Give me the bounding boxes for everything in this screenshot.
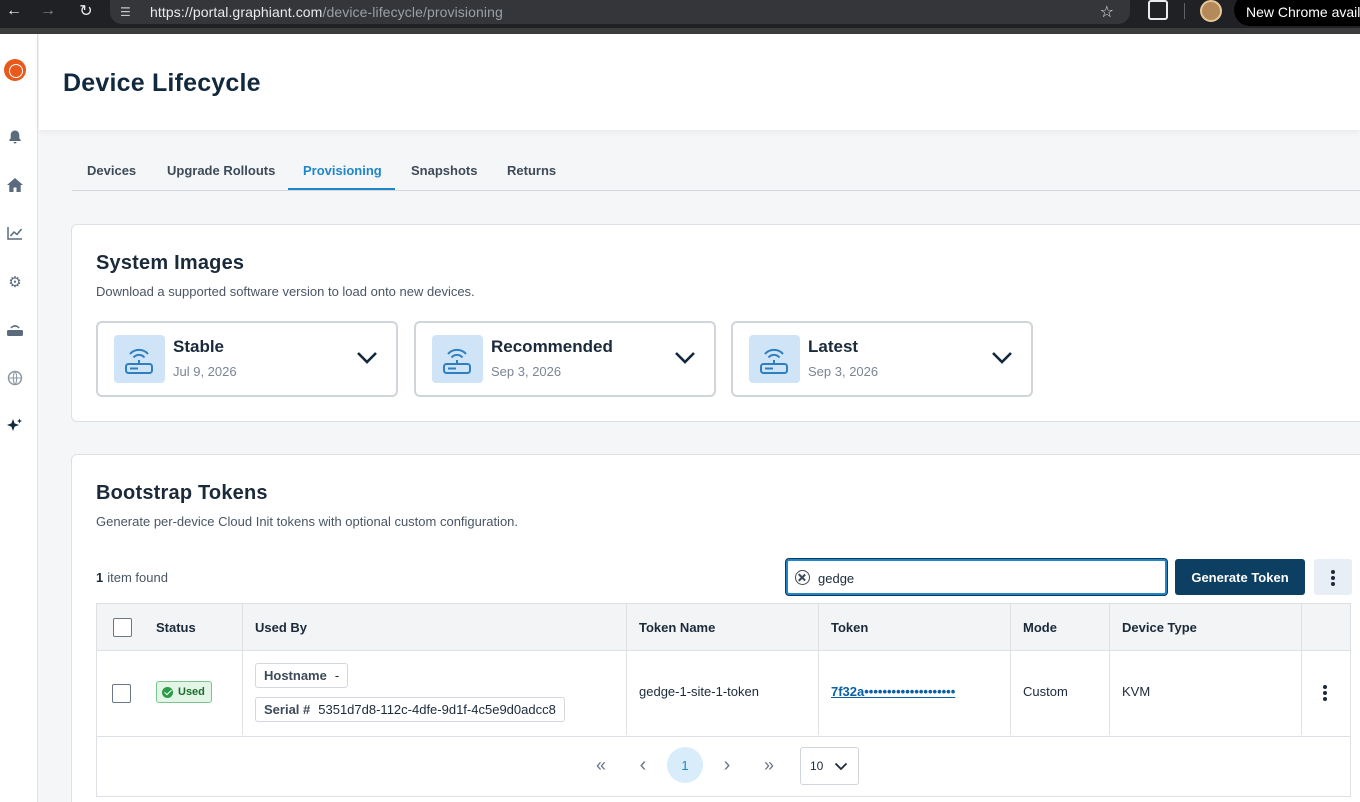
browser-chrome: ← → ↻ ☰ https://portal.graphiant.com/dev… — [0, 0, 1360, 34]
tab-snapshots[interactable]: Snapshots — [411, 163, 477, 178]
prev-page-button[interactable]: ‹ — [625, 747, 661, 783]
serial-chip: Serial # 5351d7d8-112c-4dfe-9d1f-4c5e9d0… — [255, 697, 565, 722]
next-page-button[interactable]: › — [709, 747, 745, 783]
analytics-icon[interactable] — [6, 224, 24, 242]
chevron-down-icon[interactable] — [991, 351, 1013, 365]
device-icon[interactable] — [6, 321, 24, 339]
extensions-icon[interactable] — [1148, 0, 1168, 20]
system-images-subtitle: Download a supported software version to… — [96, 284, 475, 299]
image-date: Sep 3, 2026 — [491, 364, 562, 379]
router-icon — [432, 335, 483, 383]
col-device-type[interactable]: Device Type — [1122, 620, 1197, 635]
hostname-chip: Hostname - — [255, 663, 349, 688]
first-page-button[interactable]: « — [583, 747, 619, 783]
chevron-down-icon[interactable] — [356, 351, 378, 365]
row-checkbox[interactable] — [112, 684, 131, 703]
back-icon[interactable]: ← — [2, 0, 26, 22]
chevron-down-icon[interactable] — [674, 351, 696, 365]
row-kebab-icon[interactable] — [1323, 685, 1327, 689]
url-text: https://portal.graphiant.com/device-life… — [150, 4, 503, 20]
router-icon — [749, 335, 800, 383]
token-link[interactable]: 7f32a•••••••••••••••••••• — [831, 684, 955, 699]
page-size-value: 10 — [810, 759, 824, 773]
graphiant-logo[interactable] — [4, 59, 26, 81]
image-tile-latest[interactable]: Latest Sep 3, 2026 — [731, 321, 1033, 397]
image-date: Jul 9, 2026 — [173, 364, 237, 379]
router-icon — [114, 335, 165, 383]
mode-cell: Custom — [1023, 684, 1068, 699]
sparkle-ai-icon[interactable] — [6, 417, 24, 435]
toolbar-divider — [1184, 3, 1185, 19]
select-all-checkbox[interactable] — [113, 618, 132, 637]
tab-bar: Devices Upgrade Rollouts Provisioning Sn… — [72, 150, 1360, 191]
system-images-title: System Images — [96, 252, 245, 274]
bookmark-star-icon[interactable]: ☆ — [1100, 2, 1114, 22]
page-title: Device Lifecycle — [63, 69, 261, 97]
col-used-by[interactable]: Used By — [255, 620, 307, 635]
image-name: Stable — [173, 337, 225, 356]
side-rail: ⚙ — [0, 34, 38, 802]
image-tile-recommended[interactable]: Recommended Sep 3, 2026 — [414, 321, 716, 397]
bell-icon[interactable] — [6, 128, 24, 146]
globe-icon[interactable] — [6, 369, 24, 387]
check-circle-icon — [162, 686, 173, 698]
token-search — [786, 559, 1167, 595]
active-tab-indicator — [288, 188, 395, 190]
system-images-card: System Images Download a supported softw… — [71, 224, 1360, 422]
tab-returns[interactable]: Returns — [507, 163, 556, 178]
table-row[interactable]: Used Hostname - Serial # 5351d7d8-112c-4… — [97, 651, 1350, 735]
image-date: Sep 3, 2026 — [808, 364, 879, 379]
more-actions-button[interactable] — [1314, 559, 1352, 595]
generate-token-button[interactable]: Generate Token — [1175, 559, 1305, 595]
image-tile-stable[interactable]: Stable Jul 9, 2026 — [96, 321, 398, 397]
tab-upgrade-rollouts[interactable]: Upgrade Rollouts — [167, 163, 275, 178]
page-header: Device Lifecycle — [39, 34, 1360, 130]
col-mode[interactable]: Mode — [1023, 620, 1057, 635]
col-status[interactable]: Status — [156, 620, 196, 635]
profile-avatar[interactable] — [1200, 0, 1222, 22]
pagination: « ‹ 1 › » 10 — [96, 737, 1351, 797]
chrome-update-button[interactable]: New Chrome availa — [1234, 0, 1360, 26]
col-token-name[interactable]: Token Name — [639, 620, 715, 635]
tab-provisioning[interactable]: Provisioning — [303, 163, 382, 178]
clear-search-icon[interactable] — [795, 570, 810, 585]
result-count: 1 item found — [96, 570, 168, 585]
tokens-table: Status Used By Token Name Token Mode Dev… — [96, 603, 1351, 737]
image-name: Latest — [808, 337, 859, 356]
site-settings-icon[interactable]: ☰ — [120, 5, 140, 19]
table-header: Status Used By Token Name Token Mode Dev… — [97, 604, 1350, 651]
search-input[interactable] — [818, 568, 1148, 588]
bootstrap-tokens-subtitle: Generate per-device Cloud Init tokens wi… — [96, 514, 519, 529]
page-1-button[interactable]: 1 — [667, 747, 703, 783]
col-token[interactable]: Token — [831, 620, 868, 635]
image-name: Recommended — [491, 337, 613, 356]
tab-devices[interactable]: Devices — [87, 163, 136, 178]
forward-icon[interactable]: → — [36, 0, 60, 22]
reload-icon[interactable]: ↻ — [74, 0, 98, 22]
chevron-down-icon — [834, 762, 848, 771]
address-bar[interactable]: ☰ https://portal.graphiant.com/device-li… — [110, 0, 1130, 24]
kebab-icon — [1331, 570, 1335, 574]
status-badge: Used — [156, 681, 212, 703]
token-name-cell: gedge-1-site-1-token — [639, 684, 759, 699]
gear-icon[interactable]: ⚙ — [6, 273, 24, 291]
bootstrap-tokens-card: Bootstrap Tokens Generate per-device Clo… — [71, 454, 1360, 802]
home-icon[interactable] — [6, 176, 24, 194]
bootstrap-tokens-title: Bootstrap Tokens — [96, 482, 268, 504]
page-size-select[interactable]: 10 — [800, 747, 859, 785]
last-page-button[interactable]: » — [751, 747, 787, 783]
device-type-cell: KVM — [1122, 684, 1151, 699]
